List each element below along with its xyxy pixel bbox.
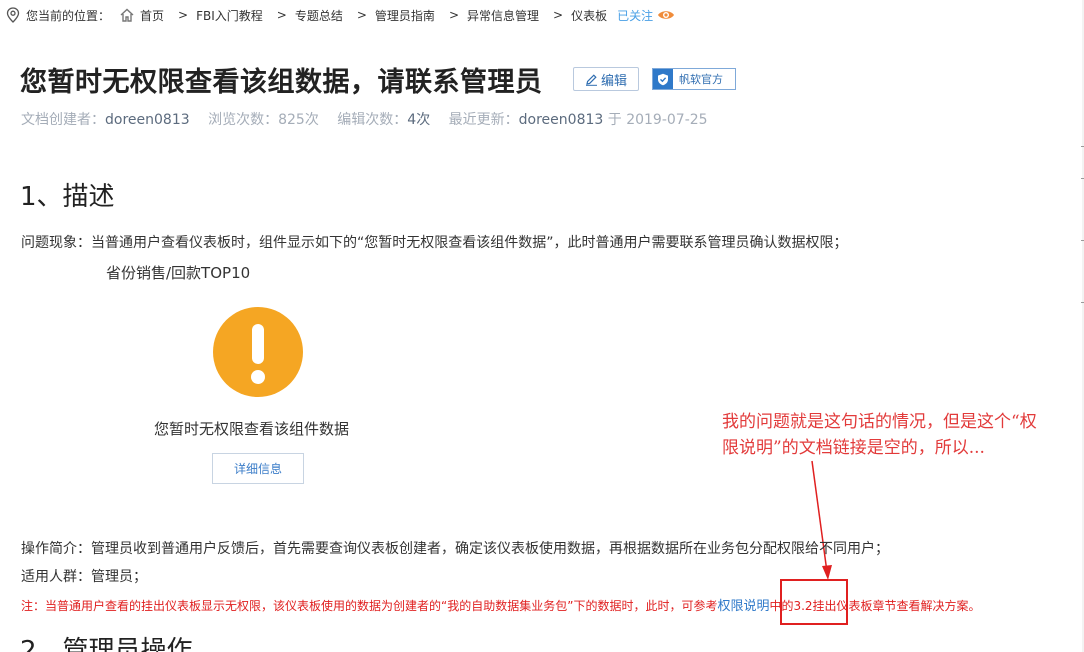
follow-status[interactable]: 已关注	[617, 7, 653, 24]
views-count: 825次	[278, 112, 319, 128]
breadcrumb-dashboard[interactable]: 仪表板	[571, 7, 607, 24]
breadcrumb-separator: >	[553, 8, 564, 22]
official-badge: 帆软官方	[652, 68, 736, 90]
pencil-icon	[585, 73, 597, 86]
official-badge-label: 帆软官方	[679, 73, 723, 86]
breadcrumb: 您当前的位置： 首页 > FBI入门教程 > 专题总结 > 管理员指南 > 异常…	[6, 6, 675, 24]
edit-button-label: 编辑	[600, 72, 627, 88]
home-icon[interactable]	[120, 8, 134, 22]
note-before: 注：当普通用户查看的挂出仪表板显示无权限，该仪表板使用的数据为创建者的“我的自助…	[21, 599, 718, 613]
breadcrumb-separator: >	[356, 8, 367, 22]
edits-label: 编辑次数：	[337, 112, 408, 128]
updated-label: 最近更新：	[448, 112, 519, 128]
breadcrumb-home[interactable]: 首页	[140, 7, 164, 24]
annotation-line-1: 我的问题就是这句话的情况，但是这个“权	[722, 412, 1037, 432]
creator-name[interactable]: doreen0813	[105, 112, 190, 128]
breadcrumb-separator: >	[448, 8, 459, 22]
edits-count: 4次	[407, 112, 431, 128]
annotation-line-2: 限说明”的文档链接是空的，所以...	[722, 438, 985, 458]
breadcrumb-admin-guide[interactable]: 管理员指南	[375, 7, 435, 24]
page-title: 您暂时无权限查看该组数据，请联系管理员	[20, 67, 543, 98]
shield-check-icon	[653, 69, 673, 89]
eye-icon[interactable]	[657, 9, 675, 21]
user-annotation: 我的问题就是这句话的情况，但是这个“权 限说明”的文档链接是空的，所以...	[722, 409, 1082, 461]
updated-by[interactable]: doreen0813	[519, 112, 604, 128]
annotation-highlight-box	[780, 579, 848, 625]
edit-button[interactable]: 编辑	[573, 67, 639, 91]
problem-text: 问题现象：当普通用户查看仪表板时，组件显示如下的“您暂时无权限查看该组件数据”，…	[21, 235, 848, 251]
section-heading-admin-operation: 2、管理员操作	[20, 636, 193, 652]
location-pin-icon	[6, 7, 20, 23]
views-label: 浏览次数：	[208, 112, 279, 128]
permission-doc-link[interactable]: 权限说明	[717, 599, 769, 614]
widget-no-permission-message: 您暂时无权限查看该组件数据	[154, 420, 350, 438]
doc-meta: 文档创建者：doreen0813 浏览次数：825次 编辑次数：4次 最近更新：…	[21, 109, 708, 129]
breadcrumb-topic-summary[interactable]: 专题总结	[295, 7, 343, 24]
detail-button[interactable]: 详细信息	[212, 453, 304, 484]
creator-label: 文档创建者：	[21, 112, 105, 128]
audience-text: 适用人群：管理员；	[21, 569, 147, 585]
widget-title: 省份销售/回款TOP10	[106, 264, 251, 282]
warning-icon	[213, 307, 303, 397]
operation-text: 操作简介：管理员收到普通用户反馈后，首先需要查询仪表板创建者，确定该仪表板使用数…	[21, 541, 889, 557]
breadcrumb-fbi-tutorial[interactable]: FBI入门教程	[196, 7, 263, 24]
breadcrumb-lead: 您当前的位置：	[26, 8, 111, 23]
breadcrumb-error-management[interactable]: 异常信息管理	[467, 7, 539, 24]
section-heading-description: 1、描述	[20, 182, 115, 212]
breadcrumb-separator: >	[276, 8, 287, 22]
updated-date: 于 2019-07-25	[607, 112, 708, 128]
breadcrumb-separator: >	[178, 8, 189, 22]
